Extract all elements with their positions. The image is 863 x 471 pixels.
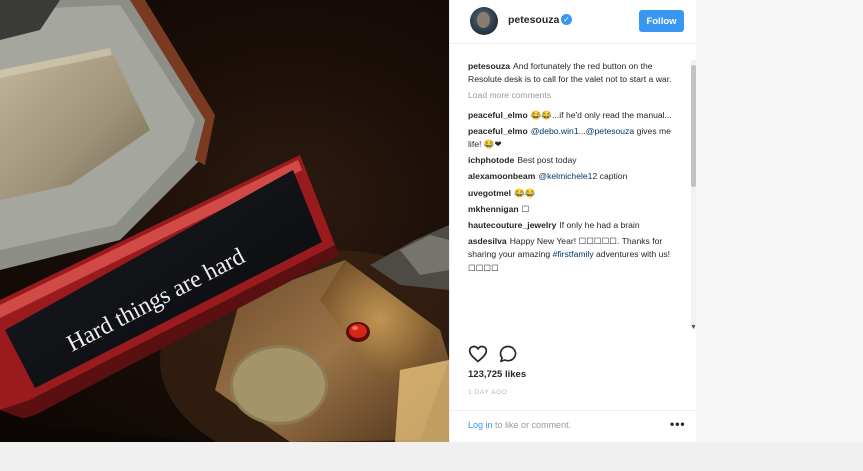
post-timestamp: 1 DAY AGO (468, 389, 508, 396)
list-item: hautecouture_jewelry If only he had a bra… (468, 219, 673, 232)
verified-badge-icon: ✓ (561, 14, 572, 25)
comment-mention[interactable]: @kelmichele12 (538, 171, 597, 181)
comment-bubble-icon[interactable] (498, 344, 518, 364)
likes-count[interactable]: 123,725 likes (468, 369, 526, 380)
instagram-post-view: Hard things are hard petesouza ✓ Follow … (0, 0, 863, 471)
list-item: mkhennigan ☐ (468, 203, 673, 216)
comment-text: ☐ (521, 203, 530, 214)
comment-text: Best post today (517, 155, 577, 166)
comments-list: petesouza And fortunately the red button … (468, 60, 673, 338)
post-photo[interactable]: Hard things are hard (0, 0, 449, 442)
list-item: alexamoonbeam @kelmichele12 caption (468, 170, 673, 183)
comment-text: If only he had a brain (559, 220, 640, 231)
list-item: peaceful_elmo 😂😂...if he'd only read the … (468, 109, 673, 122)
page-background-bottom (0, 442, 863, 471)
login-prompt: Log in to like or comment. (468, 420, 571, 430)
comment-hashtag[interactable]: #firstfamily (553, 249, 594, 259)
login-link[interactable]: Log in (468, 420, 493, 430)
comment-mention[interactable]: @petesouza (586, 126, 634, 136)
caption: petesouza And fortunately the red button … (468, 60, 673, 86)
list-item: asdesilva Happy New Year! ☐☐☐☐☐. Thanks f… (468, 235, 673, 275)
list-item: ichphotode Best post today (468, 154, 673, 167)
comment-text-mid: ... (578, 125, 586, 136)
page-background (696, 0, 863, 442)
comment-username[interactable]: hautecouture_jewelry (468, 220, 556, 230)
post-footer: Log in to like or comment. ••• (450, 410, 697, 442)
comment-username[interactable]: mkhennigan (468, 204, 519, 214)
caption-username[interactable]: petesouza (468, 61, 510, 71)
comment-username[interactable]: peaceful_elmo (468, 126, 528, 136)
comment-mention[interactable]: @debo.win1 (531, 126, 579, 136)
post-header: petesouza ✓ Follow (450, 0, 697, 44)
post-panel: petesouza ✓ Follow petesouza And fortunat… (449, 0, 697, 442)
avatar[interactable] (470, 7, 498, 35)
more-options-icon[interactable]: ••• (670, 417, 686, 431)
post-actions (468, 344, 678, 366)
login-prompt-text: to like or comment. (495, 420, 572, 430)
comment-username[interactable]: alexamoonbeam (468, 171, 535, 181)
comment-username[interactable]: peaceful_elmo (468, 110, 528, 120)
list-item: uvegotmel 😂😂 (468, 187, 673, 200)
username[interactable]: petesouza (508, 14, 559, 26)
list-item: peaceful_elmo @debo.win1...@petesouza giv… (468, 125, 673, 151)
follow-button[interactable]: Follow (639, 10, 684, 32)
heart-icon[interactable] (468, 344, 488, 364)
comment-text: 😂😂...if he'd only read the manual... (530, 109, 672, 120)
load-more-comments-link[interactable]: Load more comments (468, 89, 673, 102)
comment-text: 😂😂 (513, 187, 536, 198)
comment-text: caption (599, 171, 628, 182)
desk-photo-illustration: Hard things are hard (0, 0, 449, 442)
comment-username[interactable]: ichphotode (468, 155, 514, 165)
comment-username[interactable]: asdesilva (468, 236, 507, 246)
comment-username[interactable]: uvegotmel (468, 188, 511, 198)
